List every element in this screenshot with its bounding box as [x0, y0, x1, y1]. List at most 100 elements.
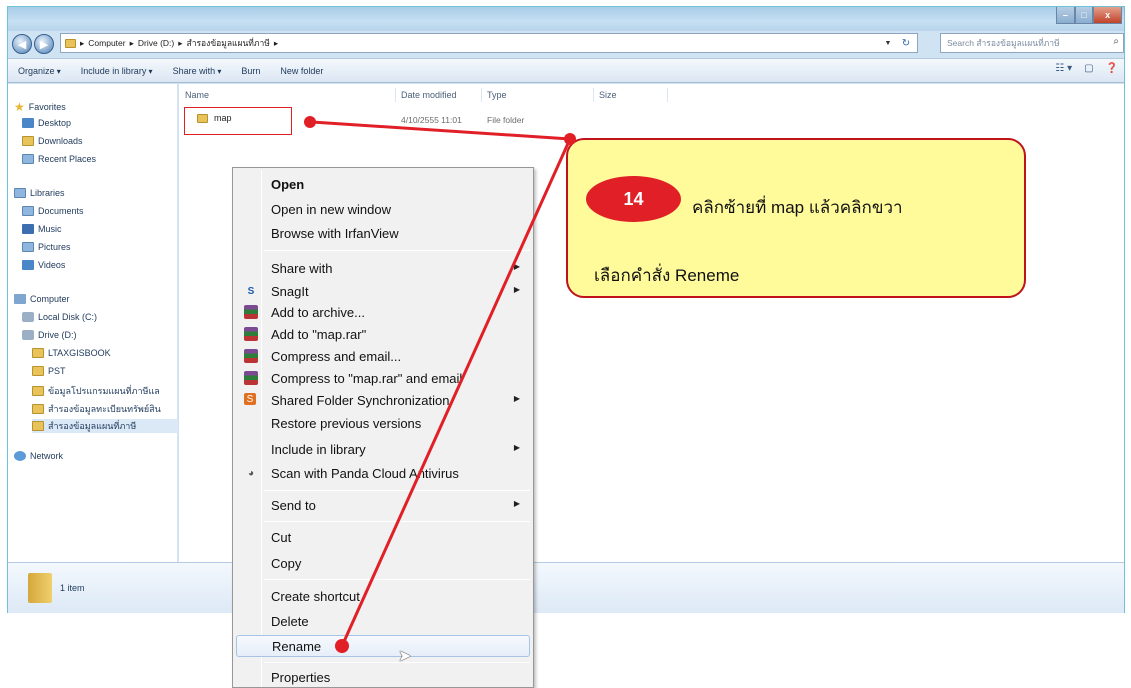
menu-compress-email[interactable]: Compress and email... — [236, 345, 530, 367]
menu-scan-panda[interactable]: ◕ Scan with Panda Cloud Antivirus — [236, 462, 530, 484]
column-divider[interactable] — [395, 88, 396, 102]
minimize-button[interactable]: – — [1056, 7, 1075, 24]
nav-folder-a[interactable]: ข้อมูลโปรแกรมแผนที่ภาษีแล — [32, 384, 160, 398]
column-size[interactable]: Size — [599, 90, 617, 100]
folder-icon — [32, 366, 44, 376]
nav-computer[interactable]: Computer — [14, 294, 70, 304]
menu-open-new-window[interactable]: Open in new window — [236, 198, 530, 220]
menu-copy[interactable]: Copy — [236, 552, 530, 574]
documents-icon — [22, 206, 34, 216]
nav-label: Videos — [38, 260, 66, 270]
preview-pane-icon[interactable]: ▢ — [1084, 63, 1093, 74]
menu-browse-irfanview[interactable]: Browse with IrfanView — [236, 222, 530, 244]
menu-label: Compress and email... — [271, 348, 402, 364]
nav-network[interactable]: Network — [14, 451, 63, 461]
menu-label: Restore previous versions — [271, 415, 422, 431]
menu-send-to[interactable]: Send to ▶ — [236, 494, 530, 516]
nav-label: PST — [48, 366, 66, 376]
title-bar[interactable]: – □ x — [8, 7, 1124, 31]
search-placeholder: Search สำรองข้อมูลแผนที่ภาษี — [947, 38, 1060, 48]
nav-drive-d[interactable]: Drive (D:) — [22, 330, 77, 340]
winrar-icon — [244, 371, 258, 385]
nav-label: Pictures — [38, 242, 71, 252]
file-row-map[interactable]: map — [197, 113, 232, 123]
recent-places-icon — [22, 154, 34, 164]
menu-delete[interactable]: Delete — [236, 610, 530, 632]
column-divider[interactable] — [481, 88, 482, 102]
nav-folder-c-selected[interactable]: สำรองข้อมูลแผนที่ภาษี — [32, 419, 178, 433]
search-input[interactable]: Search สำรองข้อมูลแผนที่ภาษี ⌕ — [940, 33, 1124, 53]
videos-icon — [22, 260, 34, 270]
computer-icon — [14, 294, 26, 304]
address-dropdown-icon[interactable]: ▼ — [881, 34, 895, 52]
nav-music[interactable]: Music — [22, 224, 62, 234]
menu-add-to-map-rar[interactable]: Add to "map.rar" — [236, 323, 530, 345]
new-folder-button[interactable]: New folder — [280, 66, 323, 76]
share-with-button[interactable]: Share with — [173, 66, 222, 76]
address-bar[interactable]: ▸ Computer ▸ Drive (D:) ▸ สำรองข้อมูลแผน… — [60, 33, 918, 53]
menu-properties[interactable]: Properties — [236, 666, 530, 688]
menu-label: Properties — [271, 669, 331, 685]
maximize-button[interactable]: □ — [1074, 7, 1094, 24]
views-icon[interactable]: ☷ ▾ — [1055, 63, 1072, 74]
menu-separator — [264, 250, 530, 251]
include-in-library-button[interactable]: Include in library — [81, 66, 153, 76]
menu-cut[interactable]: Cut — [236, 526, 530, 548]
file-name: map — [214, 113, 232, 123]
nav-pictures[interactable]: Pictures — [22, 242, 71, 252]
libraries-icon — [14, 188, 26, 198]
forward-button[interactable]: ▶ — [34, 34, 54, 54]
window-controls: – □ x — [1056, 7, 1123, 24]
nav-local-disk[interactable]: Local Disk (C:) — [22, 312, 97, 322]
nav-label: สำรองข้อมูลทะเบียนทรัพย์สิน — [48, 404, 161, 414]
menu-label: Include in library — [271, 441, 366, 457]
menu-share-with[interactable]: Share with ▶ — [236, 257, 530, 279]
nav-recent-places[interactable]: Recent Places — [22, 154, 96, 164]
column-date-modified[interactable]: Date modified — [401, 90, 457, 100]
explorer-window: – □ x ◀ ▶ ▸ Computer ▸ Drive (D:) ▸ สำรอ… — [7, 6, 1125, 613]
refresh-icon[interactable]: ↻ — [897, 34, 915, 52]
submenu-arrow-icon: ▶ — [513, 285, 520, 294]
menu-snagit[interactable]: S SnagIt ▶ — [236, 280, 530, 302]
nav-label: Recent Places — [38, 154, 97, 164]
nav-videos[interactable]: Videos — [22, 260, 65, 270]
menu-label: Scan with Panda Cloud Antivirus — [271, 465, 459, 481]
menu-compress-map-email[interactable]: Compress to "map.rar" and email — [236, 367, 530, 389]
column-divider[interactable] — [593, 88, 594, 102]
menu-shared-folder-sync[interactable]: S Shared Folder Synchronization ▶ — [236, 389, 530, 411]
menu-add-to-archive[interactable]: Add to archive... — [236, 301, 530, 323]
breadcrumb-current-folder[interactable]: สำรองข้อมูลแผนที่ภาษี — [187, 36, 270, 50]
nav-ltaxgisbook[interactable]: LTAXGISBOOK — [32, 348, 111, 358]
nav-desktop[interactable]: Desktop — [22, 118, 71, 128]
menu-label: Open — [271, 176, 305, 192]
column-divider[interactable] — [667, 88, 668, 102]
breadcrumb-drive-d[interactable]: Drive (D:) — [138, 38, 174, 48]
menu-label: Send to — [271, 497, 316, 513]
burn-button[interactable]: Burn — [241, 66, 260, 76]
organize-button[interactable]: Organize — [18, 66, 61, 76]
toolbar-right: ☷ ▾ ▢ ❓ — [1055, 63, 1118, 74]
command-bar: Organize Include in library Share with B… — [8, 58, 1124, 83]
menu-separator — [264, 662, 530, 663]
menu-restore-versions[interactable]: Restore previous versions — [236, 412, 530, 434]
nav-pst[interactable]: PST — [32, 366, 66, 376]
nav-downloads[interactable]: Downloads — [22, 136, 83, 146]
close-button[interactable]: x — [1093, 7, 1123, 24]
nav-libraries[interactable]: Libraries — [14, 188, 65, 198]
help-icon[interactable]: ❓ — [1106, 63, 1118, 74]
breadcrumb-computer[interactable]: Computer — [88, 38, 125, 48]
nav-folder-b[interactable]: สำรองข้อมูลทะเบียนทรัพย์สิน — [32, 402, 161, 416]
nav-documents[interactable]: Documents — [22, 206, 84, 216]
forward-arrow-icon: ▶ — [39, 38, 49, 51]
column-type[interactable]: Type — [487, 90, 507, 100]
back-button[interactable]: ◀ — [12, 34, 32, 54]
menu-create-shortcut[interactable]: Create shortcut — [236, 585, 530, 607]
menu-include-in-library[interactable]: Include in library ▶ — [236, 438, 530, 460]
navigation-row: ◀ ▶ ▸ Computer ▸ Drive (D:) ▸ สำรองข้อมู… — [8, 31, 1124, 55]
disk-icon — [22, 312, 34, 322]
nav-favorites[interactable]: ★ Favorites — [14, 101, 66, 113]
column-name[interactable]: Name — [185, 90, 209, 100]
nav-label: Computer — [30, 294, 70, 304]
menu-open[interactable]: Open — [236, 173, 530, 195]
menu-rename[interactable]: Rename — [236, 635, 530, 657]
